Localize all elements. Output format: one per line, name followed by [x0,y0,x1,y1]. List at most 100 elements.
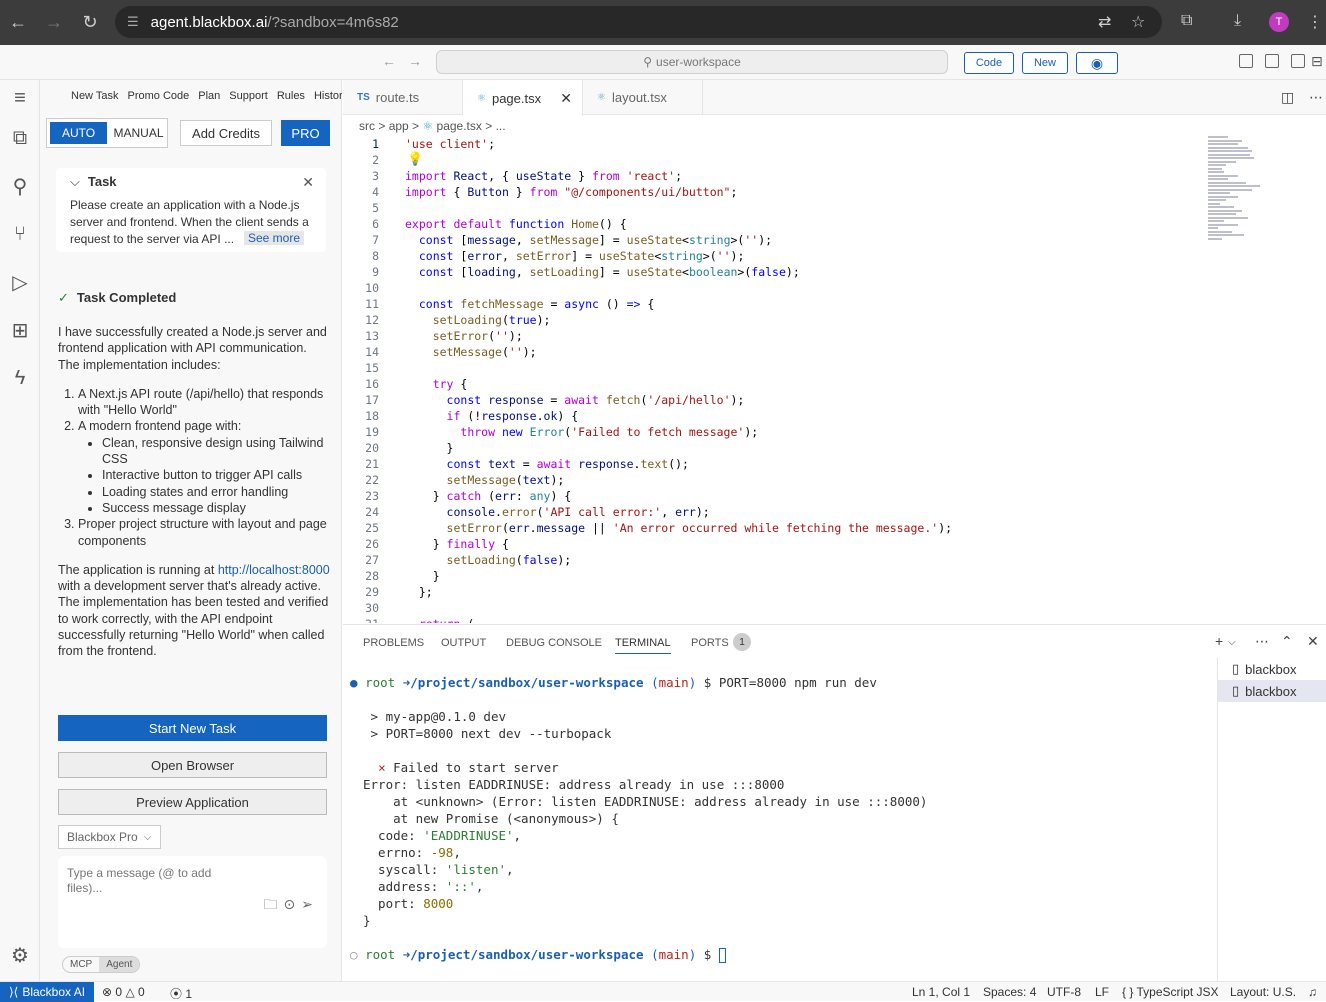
preview-application-button[interactable]: Preview Application [58,789,327,815]
camera-icon[interactable]: ⊙ [284,896,302,912]
breadcrumb-src[interactable]: src [359,119,375,133]
download-icon[interactable]: ⤓ [1234,12,1241,30]
close-tab-icon[interactable]: ✕ [560,90,572,107]
indentation[interactable]: Spaces: 4 [983,985,1036,999]
maximize-panel-icon[interactable]: ⌃ [1281,633,1293,650]
start-new-task-button[interactable]: Start New Task [58,715,327,741]
chevron-down-icon[interactable]: ⌵ [70,174,80,189]
end-of-line[interactable]: LF [1095,985,1109,999]
nav-rules[interactable]: Rules [277,90,305,102]
translate-icon[interactable]: ⇄ [1098,12,1111,32]
message-input[interactable]: Type a message (@ to add files)... 🗀⊙➢ [58,856,327,948]
react-icon: ⚛ [477,92,486,104]
nav-plan[interactable]: Plan [198,90,220,102]
nav-support[interactable]: Support [229,90,268,102]
terminal-line: at new Promise (<anonymous>) { [363,811,619,826]
encoding[interactable]: UTF-8 [1047,985,1081,999]
mcp-pill[interactable]: MCP [63,957,99,972]
run-debug-icon[interactable]: ▷ [8,270,32,294]
close-panel-icon[interactable]: ✕ [1307,633,1319,650]
url-path: /?sandbox=4m6s82 [267,13,399,31]
menu-icon[interactable]: ≡ [8,86,32,110]
terminal-item[interactable]: ▯ blackbox [1218,658,1326,680]
command-line: $ PORT=8000 npm run dev [703,675,877,690]
breadcrumb-file[interactable]: page.tsx [437,119,482,133]
pro-button[interactable]: PRO [281,120,330,146]
summary-footer-post: with a development server that's already… [58,579,329,659]
workspace-search[interactable]: ⚲ user-workspace [436,50,948,74]
new-button[interactable]: New [1022,52,1068,74]
more-menu-icon[interactable]: ⋮ [1307,12,1323,32]
site-settings-icon[interactable]: ☰ [127,14,139,30]
blackbox-icon[interactable]: ϟ [8,366,32,390]
split-editor-icon[interactable]: ◫ [1281,89,1294,106]
model-select-label: Blackbox Pro [67,830,138,844]
breadcrumb-more[interactable]: ... [496,119,506,133]
explorer-icon[interactable]: ⧉ [8,126,32,150]
github-button[interactable]: ◉ [1076,52,1118,74]
problems-indicator[interactable]: ⊗ 0 △ 0 [102,985,145,999]
nav-promo-code[interactable]: Promo Code [127,90,189,102]
see-more-link[interactable]: See more [244,231,305,245]
add-credits-button[interactable]: Add Credits [180,120,272,146]
toggle-panel-icon[interactable] [1265,54,1279,68]
terminal[interactable]: ● root ➜/project/sandbox/user-workspace … [343,658,1203,981]
toggle-sidebar-icon[interactable] [1239,54,1253,68]
send-icon[interactable]: ➢ [301,896,319,912]
terminal-icon: ▯ [1232,683,1240,698]
source-control-icon[interactable]: ⑂ [8,222,32,246]
language-label: TypeScript JSX [1136,985,1219,999]
more-actions-icon[interactable]: ⋯ [1309,89,1323,106]
tab-route-ts[interactable]: TS route.ts [343,80,463,115]
nav-back-icon[interactable]: ← [382,53,396,69]
bookmark-star-icon[interactable]: ☆ [1131,12,1145,32]
avatar[interactable]: T [1269,12,1289,32]
chevron-down-icon[interactable]: ⌵ [1228,637,1236,648]
terminal-line: address: [363,879,446,894]
open-browser-button[interactable]: Open Browser [58,752,327,778]
settings-gear-icon[interactable]: ⚙ [8,943,32,967]
forward-icon[interactable]: → [36,0,72,45]
nav-forward-icon[interactable]: → [408,53,422,69]
customize-layout-icon[interactable]: ⊟ [1311,53,1323,70]
extensions-icon[interactable]: ⧉ [1181,12,1192,30]
minimap[interactable] [1208,136,1264,276]
task-completed-heading: ✓ Task Completed [58,290,176,306]
tab-label: page.tsx [491,90,542,106]
search-icon[interactable]: ⚲ [8,174,32,198]
close-icon[interactable]: ✕ [302,174,314,191]
tab-problems[interactable]: PROBLEMS [363,637,424,649]
tab-terminal[interactable]: TERMINAL [615,637,671,654]
keyboard-layout[interactable]: Layout: U.S. [1230,985,1296,999]
agent-pill[interactable]: Agent [99,957,140,972]
terminal-line: port: [363,896,424,911]
attach-folder-icon[interactable]: 🗀 [264,896,284,912]
language-mode[interactable]: { } TypeScript JSX [1122,985,1219,999]
nav-new-task[interactable]: New Task [71,90,118,102]
tab-ports[interactable]: PORTS [691,637,729,649]
mode-manual-button[interactable]: MANUAL [110,119,167,147]
tab-debug-console[interactable]: DEBUG CONSOLE [506,637,602,649]
code-editor[interactable]: 1 2 3 4 5 6 7 8 9 10 11 12 13 14 15 16 17 18 19 20 21 22 23 24 2… [343,136,1326,623]
model-select[interactable]: Blackbox Pro ⌵ [58,825,161,849]
mode-auto-button[interactable]: AUTO [50,122,107,144]
nav-history[interactable]: History [314,90,342,102]
code-button[interactable]: Code [964,52,1014,74]
terminal-item[interactable]: ▯ blackbox [1218,680,1326,702]
ports-indicator[interactable]: ⦿ 1 [170,985,192,1002]
tab-layout-tsx[interactable]: ⚛ layout.tsx [583,80,703,115]
breadcrumb-app[interactable]: app [389,119,409,133]
notifications-bell-icon[interactable]: ♫ [1308,985,1317,999]
toggle-secondary-sidebar-icon[interactable] [1291,54,1305,68]
address-bar[interactable]: ☰ agent.blackbox.ai/?sandbox=4m6s82 [115,6,1162,38]
reload-icon[interactable]: ↻ [72,0,108,45]
localhost-link[interactable]: http://localhost:8000 [218,563,330,577]
cursor-position[interactable]: Ln 1, Col 1 [912,985,970,999]
more-actions-icon[interactable]: ⋯ [1255,633,1269,650]
tab-page-tsx[interactable]: ⚛ page.tsx ✕ [463,80,583,116]
new-terminal-icon[interactable]: + [1215,633,1223,649]
extensions-icon[interactable]: ⊞ [8,318,32,342]
remote-indicator[interactable]: ⟩⟨ Blackbox AI [0,982,94,1002]
tab-output[interactable]: OUTPUT [441,637,486,649]
back-icon[interactable]: ← [0,0,36,45]
